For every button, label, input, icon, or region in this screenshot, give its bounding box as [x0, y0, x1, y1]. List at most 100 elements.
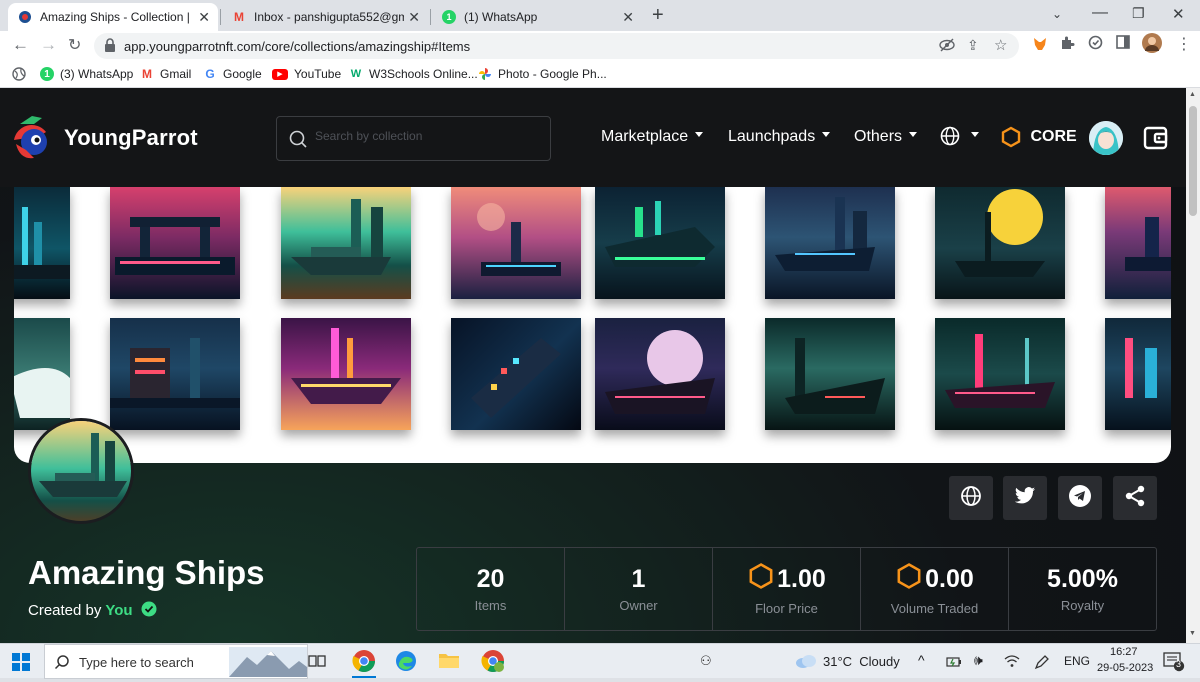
volume-icon[interactable]: 🕪	[974, 652, 983, 669]
scrollbar-thumb[interactable]	[1189, 106, 1197, 216]
close-tab-icon[interactable]: ✕	[408, 9, 420, 26]
weather-cloud-icon[interactable]	[794, 653, 818, 674]
task-view-icon[interactable]	[308, 653, 326, 674]
youngparrot-logo-icon[interactable]	[12, 114, 54, 169]
bookmark-whatsapp[interactable]: 1 (3) WhatsApp	[40, 67, 133, 81]
creator-link[interactable]: You	[105, 602, 132, 619]
nft-thumbnail[interactable]	[110, 187, 240, 299]
wallet-icon[interactable]	[1143, 125, 1169, 156]
nft-thumbnail[interactable]	[1105, 318, 1171, 430]
bookmark-google[interactable]: G Google	[203, 67, 261, 81]
weather-text[interactable]: 31°C Cloudy	[823, 654, 900, 669]
page-content: YoungParrot Marketplace Launchpads Other…	[0, 88, 1186, 643]
minimize-button[interactable]: —	[1092, 4, 1108, 22]
twitter-icon	[1014, 486, 1036, 511]
bookmark-star-icon[interactable]: ☆	[994, 36, 1007, 54]
nft-thumbnail[interactable]	[110, 318, 240, 430]
bookmark-youtube[interactable]: ▶ YouTube	[272, 67, 341, 81]
pen-icon[interactable]	[1034, 654, 1050, 675]
bookmark-w3schools[interactable]: W W3Schools Online...	[349, 67, 478, 81]
tab-amazing-ships[interactable]: Amazing Ships - Collection | Your ✕	[8, 3, 218, 31]
telegram-button[interactable]	[1058, 476, 1102, 520]
language-selector[interactable]	[940, 126, 980, 146]
windows-taskbar: Type here to search ⚇ 31°C Cloudy ^ 🕪 EN…	[0, 643, 1200, 679]
share-page-icon[interactable]: ⇪	[967, 37, 979, 54]
clock-date[interactable]: 29-05-2023	[1097, 662, 1153, 674]
lock-icon[interactable]	[104, 38, 116, 57]
chevron-down-icon	[971, 131, 980, 137]
restore-button[interactable]: ❐	[1132, 5, 1145, 22]
apps-globe-icon[interactable]	[12, 67, 26, 86]
sync-extension-icon[interactable]	[1088, 35, 1103, 54]
nft-thumbnail[interactable]	[765, 187, 895, 299]
nft-thumbnail[interactable]	[595, 187, 725, 299]
reload-icon[interactable]: ↻	[68, 35, 81, 55]
notification-center-icon[interactable]: 3	[1163, 652, 1185, 677]
youngparrot-favicon-icon	[18, 10, 32, 24]
nft-thumbnail[interactable]	[14, 318, 70, 430]
tab-gmail-inbox[interactable]: M Inbox - panshigupta552@gmail.c ✕	[222, 3, 428, 31]
close-tab-icon[interactable]: ✕	[198, 9, 210, 26]
close-tab-icon[interactable]: ✕	[622, 9, 634, 26]
core-hexagon-icon	[747, 562, 775, 597]
nft-thumbnail[interactable]	[765, 318, 895, 430]
nft-thumbnail[interactable]	[935, 318, 1065, 430]
forward-arrow-icon[interactable]: →	[40, 35, 57, 55]
file-explorer-icon[interactable]	[438, 651, 460, 674]
url-text: app.youngparrotnft.com/core/collections/…	[124, 39, 471, 54]
people-icon[interactable]: ⚇	[700, 653, 712, 669]
website-button[interactable]	[949, 476, 993, 520]
nft-thumbnail[interactable]	[1105, 187, 1171, 299]
nav-others[interactable]: Others	[854, 128, 918, 146]
nft-thumbnail[interactable]	[595, 318, 725, 430]
scroll-up-arrow-icon[interactable]: ▲	[1189, 91, 1196, 98]
nft-thumbnail[interactable]	[281, 187, 411, 299]
side-panel-icon[interactable]	[1116, 35, 1130, 53]
chain-selector[interactable]: CORE	[1000, 126, 1077, 148]
metamask-icon[interactable]	[1032, 36, 1048, 56]
close-window-button[interactable]: ✕	[1172, 5, 1185, 23]
address-bar[interactable]: app.youngparrotnft.com/core/collections/…	[94, 33, 1019, 59]
show-hidden-icons-chevron-icon[interactable]: ^	[918, 652, 925, 668]
bookmarks-bar: 1 (3) WhatsApp M Gmail G Google ▶ YouTub…	[0, 61, 1200, 88]
windows-start-icon[interactable]	[12, 653, 30, 676]
brand-name[interactable]: YoungParrot	[64, 125, 198, 151]
collection-avatar	[28, 418, 134, 524]
collection-search[interactable]	[276, 116, 551, 161]
battery-charging-icon[interactable]	[946, 655, 962, 673]
nft-thumbnail[interactable]	[451, 187, 581, 299]
search-input[interactable]	[315, 129, 535, 143]
tab-search-chevron-icon[interactable]: ⌄	[1052, 7, 1062, 21]
taskbar-search[interactable]: Type here to search	[44, 644, 308, 679]
nav-launchpads[interactable]: Launchpads	[728, 128, 831, 146]
chrome-profile-taskbar-icon[interactable]	[481, 649, 505, 678]
browser-menu-icon[interactable]: ⋮	[1176, 34, 1192, 54]
tab-title: (1) WhatsApp	[464, 10, 538, 24]
edge-taskbar-icon[interactable]	[395, 650, 417, 677]
eye-off-icon[interactable]	[939, 38, 955, 55]
profile-avatar-icon[interactable]	[1142, 33, 1162, 57]
nav-marketplace[interactable]: Marketplace	[601, 128, 704, 146]
bookmark-google-photos[interactable]: Photo - Google Ph...	[478, 67, 607, 81]
wifi-icon[interactable]	[1004, 654, 1020, 673]
share-button[interactable]	[1113, 476, 1157, 520]
chrome-taskbar-icon[interactable]	[352, 649, 376, 678]
user-avatar[interactable]	[1089, 121, 1123, 155]
page-scrollbar[interactable]: ▲ ▼	[1186, 88, 1200, 643]
chevron-down-icon	[822, 132, 831, 138]
scroll-down-arrow-icon[interactable]: ▼	[1189, 630, 1196, 637]
input-language[interactable]: ENG	[1064, 654, 1090, 668]
clock-time[interactable]: 16:27	[1110, 646, 1138, 658]
nft-thumbnail[interactable]	[451, 318, 581, 430]
bookmark-gmail[interactable]: M Gmail	[140, 67, 191, 81]
collection-banner	[14, 187, 1171, 463]
nft-thumbnail[interactable]	[281, 318, 411, 430]
tab-whatsapp[interactable]: 1 (1) WhatsApp ✕	[432, 3, 642, 31]
nft-thumbnail[interactable]	[935, 187, 1065, 299]
twitter-button[interactable]	[1003, 476, 1047, 520]
back-arrow-icon[interactable]: ←	[12, 35, 29, 55]
globe-icon	[960, 485, 982, 512]
extensions-puzzle-icon[interactable]	[1060, 35, 1075, 54]
new-tab-button[interactable]: +	[652, 4, 664, 27]
nft-thumbnail[interactable]	[14, 187, 70, 299]
